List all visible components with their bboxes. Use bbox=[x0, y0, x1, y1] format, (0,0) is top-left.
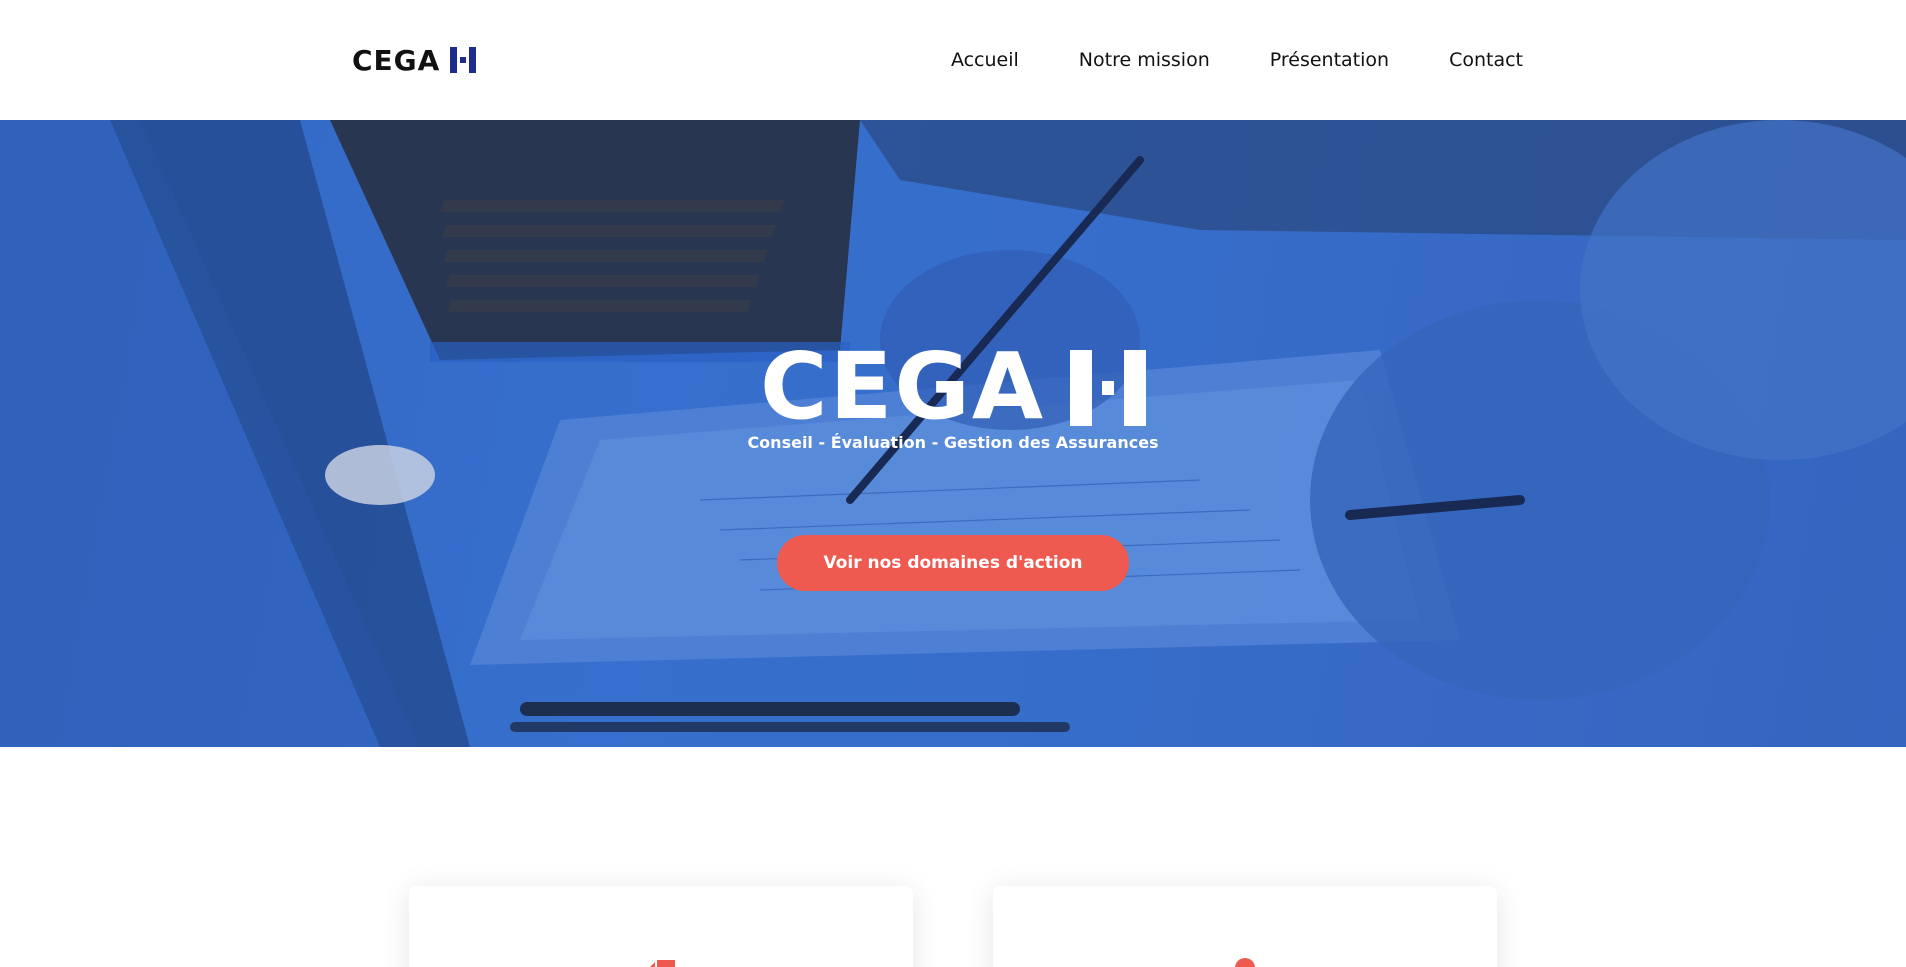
hero-logo-text: CEGA bbox=[760, 333, 1046, 440]
nav-presentation[interactable]: Présentation bbox=[1270, 49, 1389, 71]
hero-logo-mark-icon bbox=[1070, 350, 1146, 426]
site-header: CEGA Accueil Notre mission Présentation … bbox=[0, 0, 1906, 120]
feature-card[interactable] bbox=[993, 886, 1497, 967]
pin-icon bbox=[1235, 958, 1255, 967]
logo-text: CEGA bbox=[352, 43, 441, 77]
feature-card[interactable] bbox=[409, 886, 913, 967]
main-nav: Accueil Notre mission Présentation Conta… bbox=[891, 0, 1523, 120]
hero-tagline: Conseil - Évaluation - Gestion des Assur… bbox=[747, 433, 1159, 452]
nav-notre-mission[interactable]: Notre mission bbox=[1079, 49, 1210, 71]
site-logo[interactable]: CEGA bbox=[352, 43, 477, 77]
nav-accueil[interactable]: Accueil bbox=[951, 49, 1019, 71]
hero-logo: CEGA bbox=[760, 333, 1146, 440]
nav-contact[interactable]: Contact bbox=[1449, 49, 1523, 71]
logo-mark-icon bbox=[450, 47, 477, 73]
domains-cta-button[interactable]: Voir nos domaines d'action bbox=[777, 535, 1129, 591]
document-icon bbox=[650, 960, 675, 967]
hero-banner: CEGA Conseil - Évaluation - Gestion des … bbox=[0, 120, 1906, 747]
